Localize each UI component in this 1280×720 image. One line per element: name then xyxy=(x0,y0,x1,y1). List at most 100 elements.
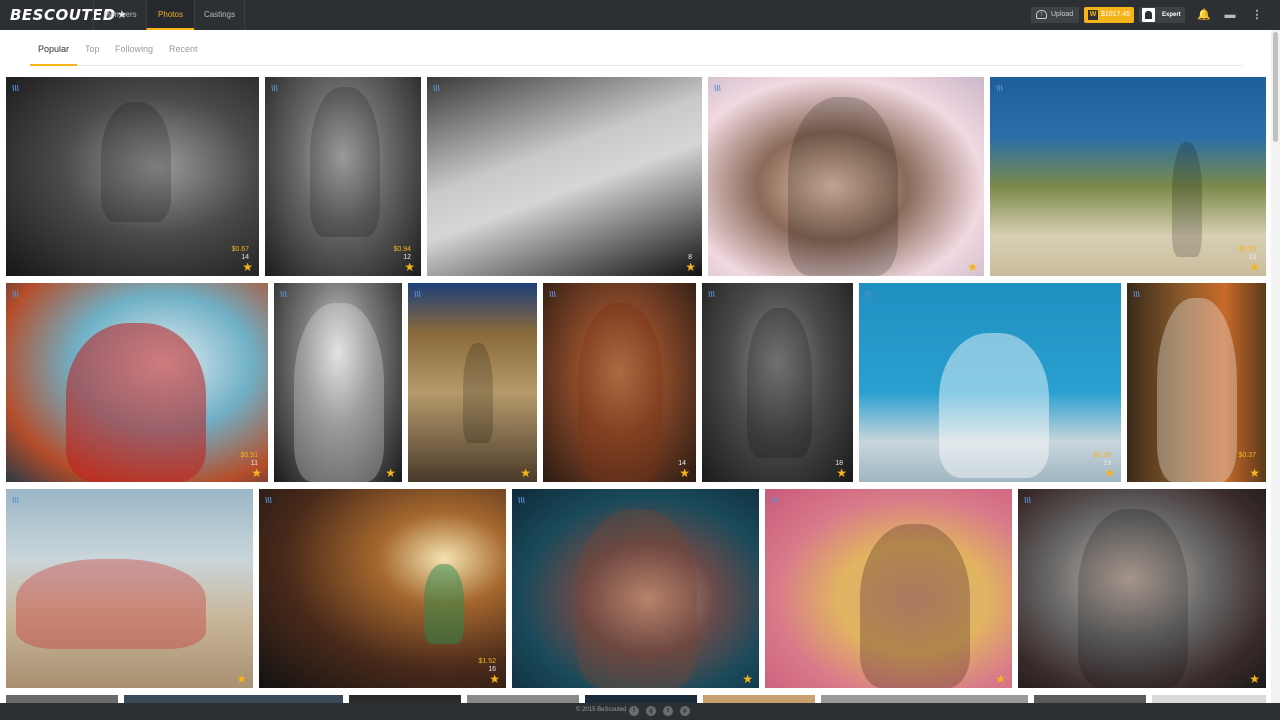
tab-top[interactable]: Top xyxy=(85,44,100,66)
steem-icon: \\\ xyxy=(771,496,778,505)
tab-following[interactable]: Following xyxy=(115,44,153,66)
bell-icon[interactable]: 🔔 xyxy=(1196,7,1212,23)
steem-icon: \\\ xyxy=(12,290,19,299)
upload-label: Upload xyxy=(1051,11,1074,18)
photo-filter-tabs: Popular Top Following Recent xyxy=(30,38,1242,66)
copyright: © 2015 BeScouted xyxy=(576,707,627,713)
expert-label: Expert xyxy=(1162,12,1181,18)
star-icon[interactable]: ★ xyxy=(995,673,1006,685)
twitter-icon[interactable]: t xyxy=(663,706,673,716)
steem-icon: \\\ xyxy=(271,84,278,93)
photo-card[interactable]: \\\ $1.52 16 ★ xyxy=(259,489,506,688)
star-icon[interactable]: ★ xyxy=(1104,467,1115,479)
photo-subject xyxy=(424,564,464,644)
more-icon[interactable]: ⋮ xyxy=(1249,7,1265,23)
photo-subject xyxy=(294,303,384,482)
scrollbar-thumb[interactable] xyxy=(1273,32,1278,142)
photo-subject xyxy=(16,559,206,649)
photo-subject xyxy=(939,333,1049,478)
star-icon[interactable]: ★ xyxy=(685,261,696,273)
steem-icon: \\\ xyxy=(1024,496,1031,505)
photo-subject xyxy=(463,343,493,443)
steem-icon: \\\ xyxy=(265,496,272,505)
steem-icon: \\\ xyxy=(280,290,287,299)
photo-card[interactable]: \\\ ★ xyxy=(708,77,984,276)
photo-card[interactable]: \\\ ★ xyxy=(6,489,253,688)
steem-icon: \\\ xyxy=(12,84,19,93)
photo-card[interactable]: \\\ $0.37 ★ xyxy=(1127,283,1266,482)
photo-card[interactable]: \\\ $0.55 13 ★ xyxy=(990,77,1266,276)
chat-icon[interactable]: ▬ xyxy=(1222,7,1238,23)
photo-payout: $1.52 xyxy=(478,658,496,665)
star-icon[interactable]: ★ xyxy=(520,467,531,479)
steem-icon: \\\ xyxy=(1133,290,1140,299)
photo-card[interactable]: \\\ ★ xyxy=(274,283,402,482)
star-icon[interactable]: ★ xyxy=(836,467,847,479)
star-icon[interactable]: ★ xyxy=(236,673,247,685)
star-icon[interactable]: ★ xyxy=(967,261,978,273)
tab-popular[interactable]: Popular xyxy=(30,44,78,66)
footer: © 2015 BeScouted f g t p xyxy=(0,703,1280,720)
photo-card[interactable]: \\\ ★ xyxy=(512,489,759,688)
pinterest-icon[interactable]: p xyxy=(680,706,690,716)
wallet-balance-button[interactable]: W $1017.45 xyxy=(1084,7,1134,23)
photo-subject xyxy=(1157,298,1237,482)
steem-icon: \\\ xyxy=(433,84,440,93)
star-icon[interactable]: ★ xyxy=(679,467,690,479)
steem-icon: \\\ xyxy=(518,496,525,505)
photo-subject xyxy=(101,102,171,222)
steem-icon: \\\ xyxy=(708,290,715,299)
photo-payout: $0.55 xyxy=(1238,246,1256,253)
steem-icon: \\\ xyxy=(549,290,556,299)
photo-payout: $0.37 xyxy=(1238,452,1256,459)
wallet-balance: $1017.45 xyxy=(1101,11,1131,18)
photo-subject xyxy=(860,524,970,688)
steem-icon: \\\ xyxy=(12,496,19,505)
top-bar: BESCOUTED★ Members Photos Castings ↑ Upl… xyxy=(0,0,1280,30)
steem-icon: \\\ xyxy=(865,290,872,299)
photo-subject xyxy=(66,323,206,482)
star-icon[interactable]: ★ xyxy=(242,261,253,273)
photo-subject xyxy=(310,87,380,237)
star-icon[interactable]: ★ xyxy=(742,673,753,685)
nav-tab-members[interactable]: Members xyxy=(93,0,146,30)
star-icon[interactable]: ★ xyxy=(489,673,500,685)
photo-payout: $0.35 xyxy=(1093,452,1111,459)
steem-icon: \\\ xyxy=(714,84,721,93)
photo-card[interactable]: \\\ 14 ★ xyxy=(543,283,696,482)
star-icon[interactable]: ★ xyxy=(404,261,415,273)
photo-card[interactable]: \\\ 18 ★ xyxy=(702,283,853,482)
steem-icon: W xyxy=(1088,10,1098,20)
photo-payout: $0.94 xyxy=(393,246,411,253)
star-icon[interactable]: ★ xyxy=(251,467,262,479)
nav-tab-photos[interactable]: Photos xyxy=(146,0,194,30)
expert-icon xyxy=(1142,8,1155,22)
tab-recent[interactable]: Recent xyxy=(169,44,198,66)
photo-card[interactable]: \\\ $0.67 14 ★ xyxy=(6,77,259,276)
steem-icon: \\\ xyxy=(996,84,1003,93)
nav-tab-castings[interactable]: Castings xyxy=(194,0,245,30)
star-icon[interactable]: ★ xyxy=(1249,261,1260,273)
photo-card[interactable]: \\\ ★ xyxy=(765,489,1012,688)
photo-subject xyxy=(577,509,697,688)
steem-icon: \\\ xyxy=(414,290,421,299)
star-icon[interactable]: ★ xyxy=(1249,467,1260,479)
expert-profile-button[interactable]: Expert xyxy=(1139,7,1185,23)
photo-card[interactable]: \\\ 8 ★ xyxy=(427,77,702,276)
photo-subject xyxy=(1078,509,1188,688)
photo-card[interactable]: \\\ ★ xyxy=(408,283,537,482)
photo-payout: $0.91 xyxy=(240,452,258,459)
upload-button[interactable]: ↑ Upload xyxy=(1031,7,1079,23)
photo-subject xyxy=(788,97,898,276)
photo-card[interactable]: \\\ $0.91 11 ★ xyxy=(6,283,268,482)
photo-card[interactable]: \\\ ★ xyxy=(1018,489,1266,688)
googleplus-icon[interactable]: g xyxy=(646,706,656,716)
facebook-icon[interactable]: f xyxy=(629,706,639,716)
photo-subject xyxy=(578,303,663,482)
photo-payout: $0.67 xyxy=(231,246,249,253)
scrollbar[interactable] xyxy=(1271,30,1280,703)
star-icon[interactable]: ★ xyxy=(1249,673,1260,685)
star-icon[interactable]: ★ xyxy=(385,467,396,479)
photo-card[interactable]: \\\ $0.35 19 ★ xyxy=(859,283,1121,482)
photo-card[interactable]: \\\ $0.94 12 ★ xyxy=(265,77,421,276)
